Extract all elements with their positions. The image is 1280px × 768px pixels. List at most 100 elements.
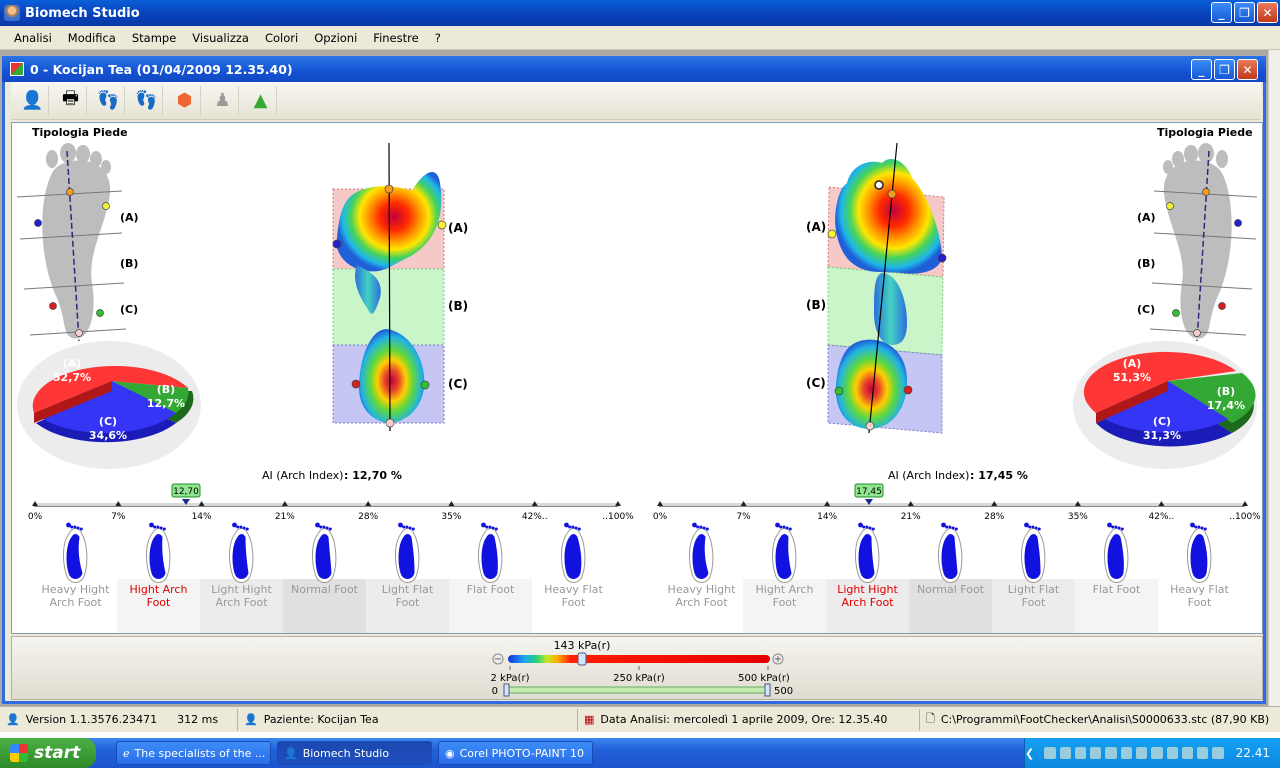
tray-expand-icon[interactable]: ❮ — [1025, 747, 1034, 760]
toe-dot-icon — [319, 525, 323, 529]
scale-tick-label: 35% — [1068, 512, 1088, 522]
left-pie-label-a: (A) — [63, 357, 82, 370]
task-ie[interactable]: ℯ The specialists of the ... — [116, 741, 271, 765]
tray-icon-5[interactable] — [1105, 747, 1117, 759]
right-diagram-label-c: (C) — [1137, 303, 1155, 316]
range-slider-track[interactable] — [505, 686, 769, 694]
menu-opzioni[interactable]: Opzioni — [306, 31, 365, 45]
foot-type-label: Normal Foot — [917, 583, 985, 596]
left-pie-value-a: 52,7% — [53, 371, 91, 384]
toe-dot-icon — [79, 527, 83, 531]
tray-icon-3[interactable] — [1074, 747, 1087, 759]
foot-type-label: Arch Foot — [675, 596, 728, 609]
range-slider-max-thumb[interactable] — [764, 683, 771, 697]
shapes-3d-icon[interactable]: ▲ — [245, 85, 277, 116]
menu-help[interactable]: ? — [427, 31, 449, 45]
right-footprint-label-a: (A) — [806, 220, 826, 234]
toe-dot-icon — [236, 525, 240, 529]
menu-visualizza[interactable]: Visualizza — [184, 31, 257, 45]
close-button[interactable]: ✕ — [1257, 2, 1278, 23]
foot-type-label: Hight Arch — [130, 583, 188, 596]
foot-type-label: Heavy Hight — [668, 583, 737, 596]
doctor-icon[interactable]: 👤 — [17, 85, 49, 116]
menu-finestre[interactable]: Finestre — [365, 31, 426, 45]
right-pie-label-c: (C) — [1153, 415, 1171, 428]
posture-icon[interactable]: ♟ — [207, 85, 239, 116]
task-corel[interactable]: ◉ Corel PHOTO-PAINT 10 — [438, 741, 593, 765]
right-ai-value: : 17,45 % — [970, 469, 1028, 482]
analysis-window: 0 - Kocijan Tea (01/04/2009 12.35.40) _ … — [2, 56, 1266, 704]
tray-icon-6[interactable] — [1120, 747, 1132, 759]
tray-icon-2[interactable] — [1059, 747, 1071, 759]
shape-icon[interactable]: ⬢ — [169, 85, 201, 116]
feet-icon[interactable]: 👣 — [93, 85, 125, 116]
left-foot-diagram — [16, 143, 127, 342]
analysis-window-title: 0 - Kocijan Tea (01/04/2009 12.35.40) — [30, 61, 293, 77]
mdi-scrollbar[interactable] — [1268, 50, 1280, 706]
toe-dot-icon — [322, 525, 326, 529]
toe-dot-icon — [945, 525, 949, 529]
child-minimize-button[interactable]: _ — [1191, 59, 1212, 80]
foot-type-label: Foot — [562, 596, 586, 609]
right-footprint-label-c: (C) — [806, 376, 826, 390]
foot-type-label: Foot — [1022, 596, 1046, 609]
tray-icon-4[interactable] — [1090, 747, 1102, 759]
toe-dot-icon — [871, 527, 875, 531]
toe-dot-icon — [782, 525, 786, 529]
toe-dot-icon — [315, 522, 320, 528]
menu-analisi[interactable]: Analisi — [6, 31, 60, 45]
menu-modifica[interactable]: Modifica — [60, 31, 124, 45]
scale-tick-label: 14% — [817, 512, 837, 522]
child-close-button[interactable]: ✕ — [1237, 59, 1258, 80]
app-title: Biomech Studio — [25, 5, 140, 21]
child-maximize-button[interactable]: ❐ — [1214, 59, 1235, 80]
tray-icon-1[interactable] — [1044, 747, 1056, 759]
status-file: 🗋 C:\Programmi\FootChecker\Analisi\S0000… — [920, 709, 1278, 731]
toe-dot-icon — [788, 527, 792, 531]
tray-icon-10[interactable] — [1181, 747, 1194, 759]
toe-dot-icon — [564, 522, 569, 528]
toe-dot-icon — [328, 527, 332, 531]
tray-icon-11[interactable] — [1197, 747, 1209, 759]
toe-dot-icon — [779, 525, 783, 529]
range-slider-min-thumb[interactable] — [503, 683, 510, 697]
right-footprint-heatmap — [827, 142, 947, 434]
task-ie-label: The specialists of the ... — [134, 746, 266, 760]
menu-stampe[interactable]: Stampe — [124, 31, 184, 45]
feet-gray-icon[interactable]: 👣 — [131, 85, 163, 116]
toe-dot-icon — [858, 522, 863, 528]
minimize-button[interactable]: _ — [1211, 2, 1232, 23]
foot-type-label: Heavy Hight — [42, 583, 111, 596]
pressure-slider-thumb[interactable] — [577, 652, 587, 666]
toe-dot-icon — [70, 525, 74, 529]
taskbar: start ℯ The specialists of the ... 👤 Bio… — [0, 738, 1280, 768]
tray-icon-9[interactable] — [1166, 747, 1178, 759]
foot-type-label: Light Hight — [837, 583, 898, 596]
scale-tick-label: ..100% — [602, 512, 634, 522]
start-button[interactable]: start — [0, 738, 96, 768]
tray-icon-8[interactable] — [1151, 747, 1163, 759]
left-pie-value-c: 34,6% — [89, 429, 127, 442]
left-foot-types: Heavy HightArch FootHight ArchFootLight … — [34, 522, 615, 633]
scale-tick-label: 28% — [984, 512, 1004, 522]
app-titlebar: Biomech Studio _ ❐ ✕ — [0, 0, 1280, 26]
toe-dot-icon — [951, 526, 955, 530]
toe-dot-icon — [405, 525, 409, 529]
toe-dot-icon — [1034, 526, 1038, 530]
maximize-button[interactable]: ❐ — [1234, 2, 1255, 23]
task-biomech[interactable]: 👤 Biomech Studio — [277, 741, 432, 765]
scale-tick-label: 42%.. — [1149, 512, 1175, 522]
menu-colori[interactable]: Colori — [257, 31, 306, 45]
tray-icon-12[interactable] — [1212, 747, 1224, 759]
toe-dot-icon — [159, 526, 163, 530]
right-pie-value-a: 51,3% — [1113, 371, 1151, 384]
scale-tick-label: 35% — [441, 512, 461, 522]
right-diagram-label-b: (B) — [1137, 257, 1155, 270]
tray-icon-7[interactable] — [1135, 747, 1148, 759]
toe-dot-icon — [491, 526, 495, 530]
print-icon[interactable]: 🖶 — [55, 85, 87, 116]
left-footprint-label-c: (C) — [448, 377, 468, 391]
toe-dot-icon — [408, 526, 412, 530]
left-diagram-label-c: (C) — [120, 303, 138, 316]
toe-dot-icon — [242, 526, 246, 530]
